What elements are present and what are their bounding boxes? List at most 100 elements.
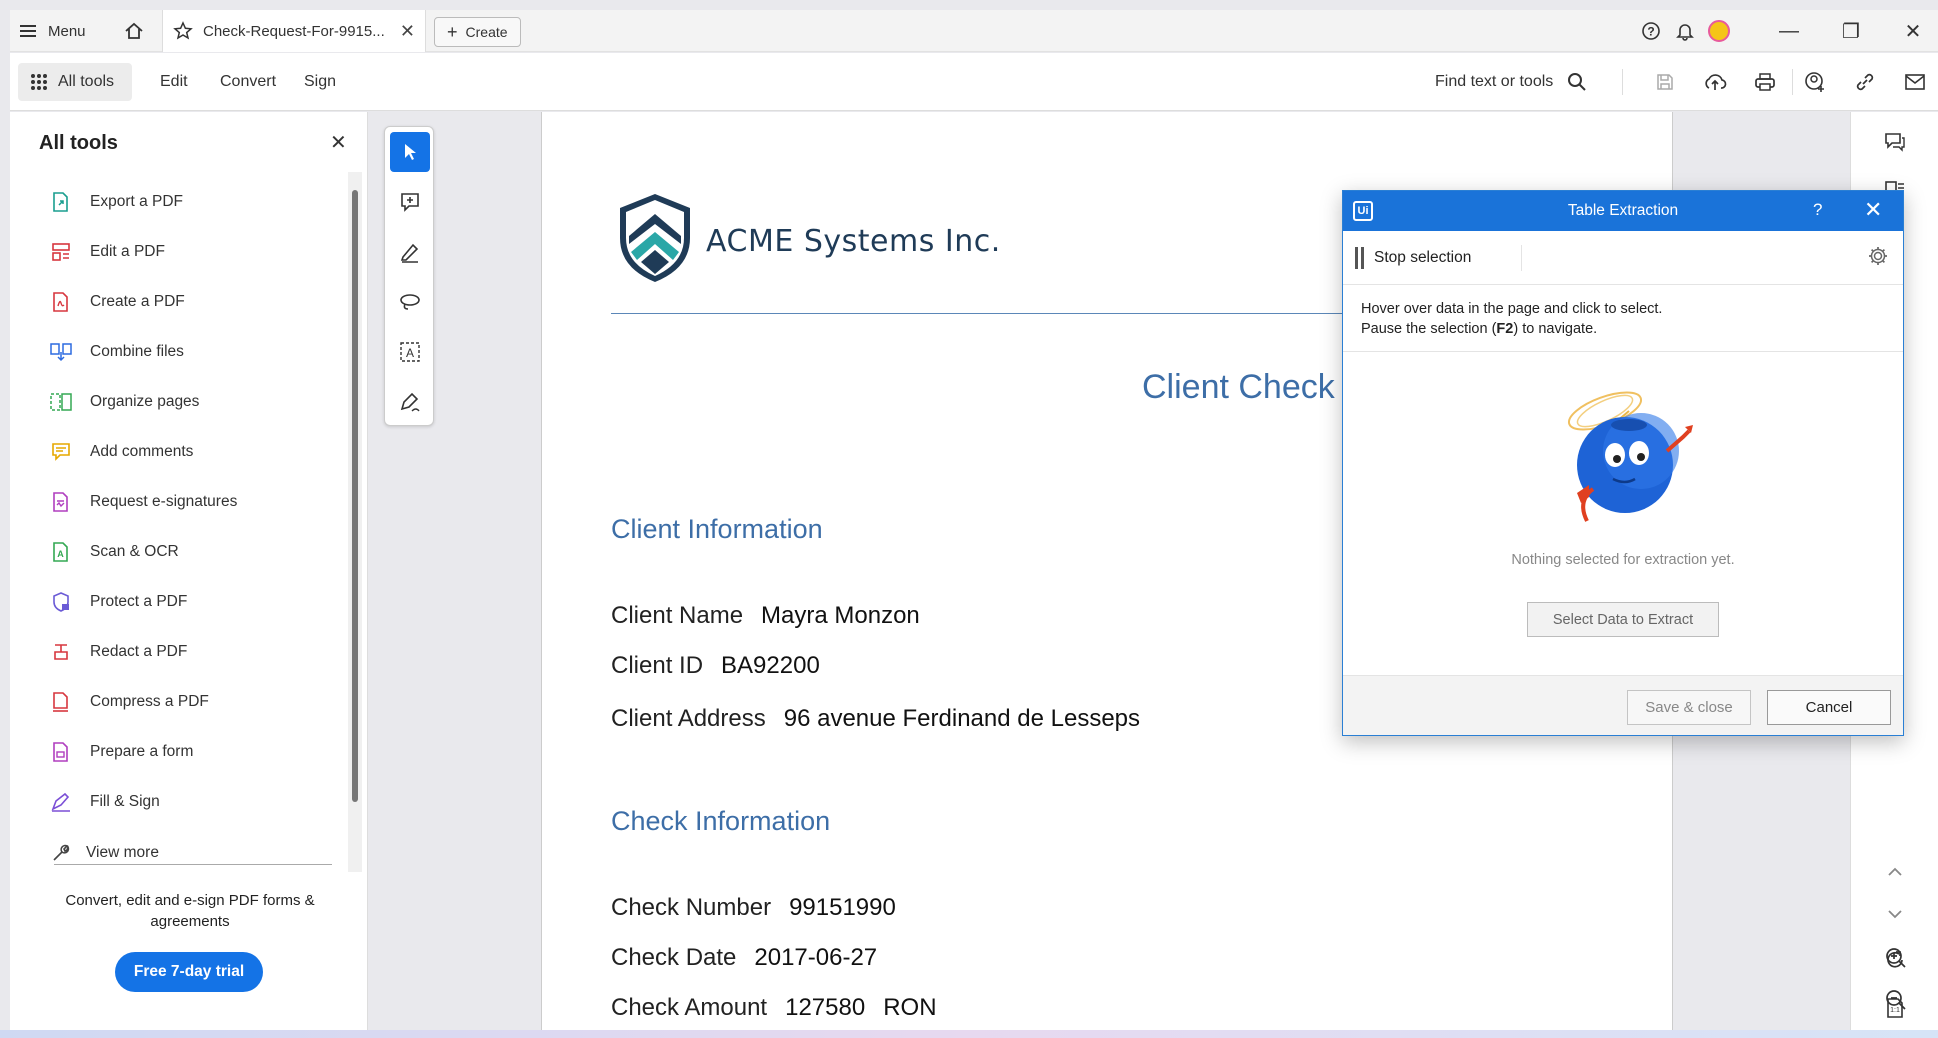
shortcut-key: F2 [1496,321,1514,337]
field-value[interactable]: Mayra Monzon [761,602,920,630]
tool-edit-pdf[interactable]: Edit a PDF [50,237,165,267]
share-user-button[interactable] [1800,67,1830,97]
comments-panel-button[interactable] [1875,124,1915,160]
tab-title: Check-Request-For-9915... [203,22,385,40]
tool-create-pdf[interactable]: Create a PDF [50,287,185,317]
cancel-button[interactable]: Cancel [1767,690,1891,725]
tool-label: Scan & OCR [90,543,179,560]
draw-tool[interactable] [390,282,430,322]
free-trial-button[interactable]: Free 7-day trial [115,952,263,992]
table-extraction-dialog: Ui Table Extraction ? ✕ Stop selection H… [1342,190,1904,736]
add-user-icon [1805,72,1824,92]
convert-menu[interactable]: Convert [212,63,284,101]
tool-add-comments[interactable]: Add comments [50,437,193,467]
select-tool[interactable] [390,132,430,172]
taskbar-edge [0,1030,1938,1038]
search-icon [1568,73,1586,91]
instruction-text: Pause the selection ( [1361,321,1497,337]
home-icon [125,22,143,39]
title-bar: Menu Check-Request-For-9915... ✕ + Creat… [10,10,1938,52]
maximize-button[interactable]: ❐ [1820,10,1882,52]
tool-prepare-form[interactable]: Prepare a form [50,737,193,767]
minimize-button[interactable]: — [1758,10,1820,52]
zoom-out-button[interactable] [1876,982,1916,1018]
grid-icon [31,74,47,90]
toolbar-divider [1622,69,1623,95]
robot-mascot-illustration [1567,391,1693,522]
pen-icon [400,243,419,263]
zoom-out-icon [1886,990,1906,1010]
previous-page-button[interactable] [1875,854,1915,890]
field-value[interactable]: 2017-06-27 [754,944,877,972]
save-button[interactable] [1650,67,1680,97]
avatar [1708,20,1730,42]
field-label: Check Amount [611,994,768,1021]
tool-label: Redact a PDF [90,643,188,660]
star-icon[interactable] [173,21,193,41]
main-toolbar: All tools Edit Convert Sign Find text or… [10,53,1938,111]
instruction-line-2: Pause the selection (F2) to navigate. [1361,319,1662,339]
field-value[interactable]: BA92200 [721,652,820,680]
currency-value[interactable]: RON [883,994,936,1022]
text-tool[interactable]: A [390,332,430,372]
dialog-close-icon[interactable]: ✕ [1864,197,1882,223]
stop-selection-button[interactable]: Stop selection [1355,245,1523,271]
close-window-button[interactable]: ✕ [1882,10,1938,52]
field-value[interactable]: 99151990 [789,894,896,922]
tool-compress-pdf[interactable]: Compress a PDF [50,687,209,717]
instruction-text: ) to navigate. [1513,321,1598,337]
highlight-tool[interactable] [390,232,430,272]
tool-export-pdf[interactable]: Export a PDF [50,187,183,217]
sign-menu[interactable]: Sign [296,63,344,101]
field-label: Client ID [611,652,704,679]
cloud-upload-icon [1705,74,1727,90]
dialog-help-icon[interactable]: ? [1813,200,1822,220]
combine-files-icon [50,341,72,363]
next-page-button[interactable] [1875,896,1915,932]
select-data-to-extract-button[interactable]: Select Data to Extract [1527,602,1719,637]
panel-scrollbar[interactable] [352,190,358,802]
text-box-icon: A [400,342,420,362]
upload-button[interactable] [1700,67,1730,97]
pause-icon [1355,247,1364,269]
field-value[interactable]: 127580 [785,994,865,1022]
settings-button[interactable] [1867,245,1889,272]
tool-combine-files[interactable]: Combine files [50,337,184,367]
close-panel-icon[interactable]: ✕ [330,130,347,155]
avatar-button[interactable] [1688,10,1750,52]
all-tools-button[interactable]: All tools [18,63,132,101]
export-pdf-icon [50,191,72,213]
sign-tool[interactable] [390,382,430,422]
tool-label: Compress a PDF [90,693,209,710]
fill-sign-icon [50,791,72,813]
stop-selection-label: Stop selection [1374,249,1472,266]
tool-request-esignatures[interactable]: Request e-signatures [50,487,237,517]
zoom-in-button[interactable] [1876,940,1916,976]
tool-redact-pdf[interactable]: Redact a PDF [50,637,187,667]
add-comment-tool[interactable] [390,182,430,222]
save-and-close-button[interactable]: Save & close [1627,690,1751,725]
home-button[interactable] [118,10,150,52]
field-value[interactable]: 96 avenue Ferdinand de Lesseps [784,705,1140,733]
svg-text:A: A [406,346,414,360]
edit-menu[interactable]: Edit [152,63,196,101]
tool-organize-pages[interactable]: Organize pages [50,387,199,417]
field-label: Client Address [611,705,766,732]
print-button[interactable] [1750,67,1780,97]
email-button[interactable] [1900,67,1930,97]
all-tools-panel: All tools ✕ Export a PDF Edit a PDF Crea… [10,112,368,1032]
save-icon [1657,74,1673,90]
tool-fill-sign[interactable]: Fill & Sign [50,787,160,817]
tool-protect-pdf[interactable]: Protect a PDF [50,587,187,617]
close-tab-icon[interactable]: ✕ [400,21,415,42]
menu-button[interactable]: Menu [20,10,86,52]
company-name: ACME Systems Inc. [706,224,1001,259]
tool-label: Fill & Sign [90,793,160,810]
create-pdf-icon [50,291,72,313]
zoom-in-icon [1886,948,1906,968]
tool-scan-ocr[interactable]: A Scan & OCR [50,537,179,567]
create-button[interactable]: + Create [434,17,521,47]
copy-link-button[interactable] [1850,67,1880,97]
document-tab[interactable]: Check-Request-For-9915... ✕ [162,10,426,52]
find-text-or-tools[interactable]: Find text or tools [1435,63,1587,101]
